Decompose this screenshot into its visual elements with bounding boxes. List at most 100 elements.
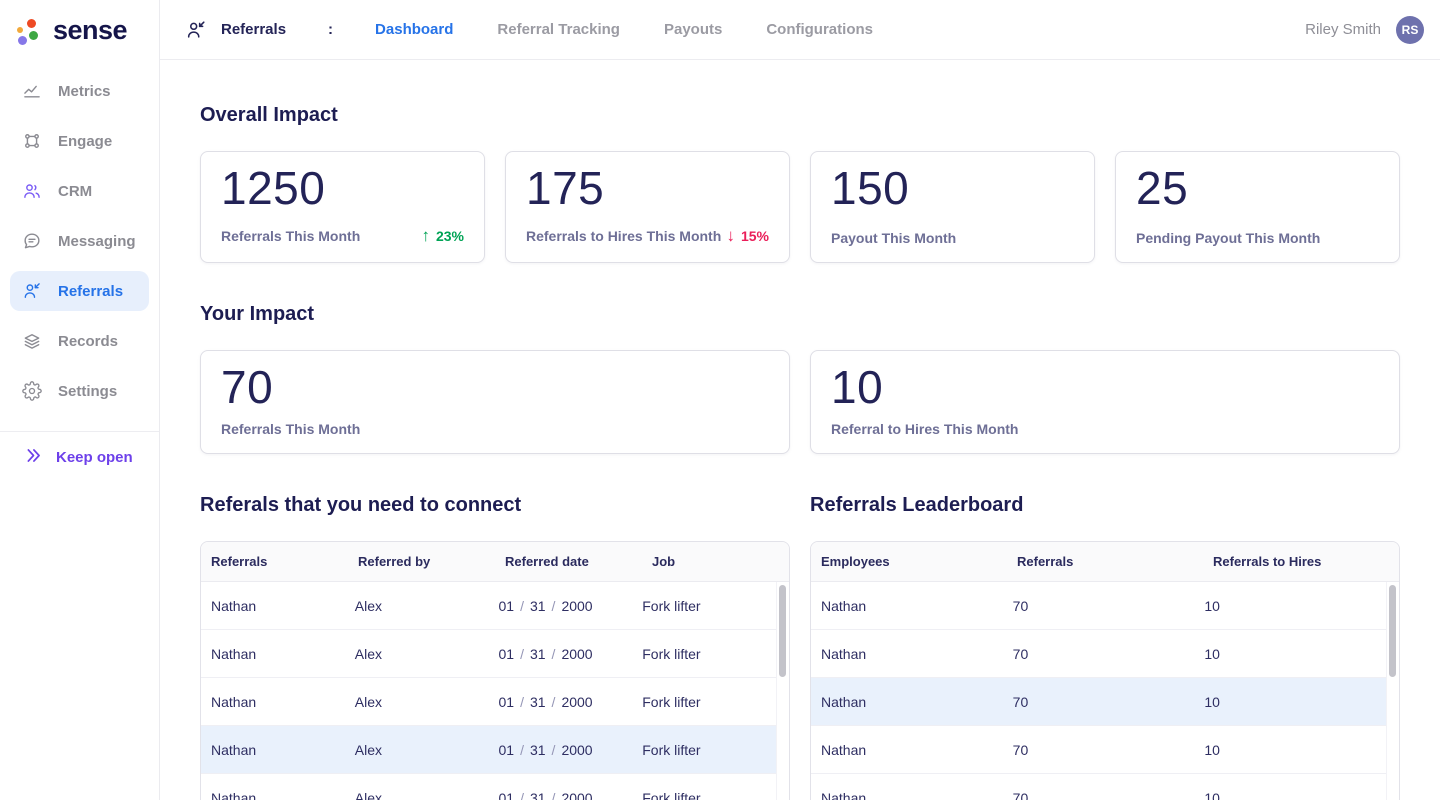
logo-dot-green	[29, 31, 38, 40]
stat-label: Referrals to Hires This Month	[526, 228, 721, 244]
keep-open-button[interactable]: Keep open	[0, 432, 159, 483]
sidebar: sense Metrics Engage CRM Messaging Referrals…	[0, 0, 160, 800]
sidebar-item-label: Referrals	[58, 283, 123, 300]
table-cell: 01/31/2000	[489, 694, 633, 710]
table-cell: Nathan	[201, 742, 345, 758]
trend-down: ↓ 15%	[726, 226, 769, 246]
table-cell: Nathan	[811, 694, 1003, 710]
date-separator: /	[514, 742, 530, 758]
tab-dashboard[interactable]: Dashboard	[375, 21, 453, 38]
stat-card: 70Referrals This Month	[200, 350, 790, 454]
table-scrollbar[interactable]	[776, 582, 789, 800]
date-separator: /	[514, 598, 530, 614]
date-part: 31	[530, 790, 546, 800]
app: sense Metrics Engage CRM Messaging Referrals…	[0, 0, 1440, 800]
date-part: 2000	[561, 598, 592, 614]
stat-value: 1250	[221, 164, 464, 214]
column-header: Job	[642, 554, 789, 569]
logo-dot-red	[27, 19, 36, 28]
table-header-row: EmployeesReferralsReferrals to Hires	[811, 542, 1399, 582]
stat-value: 175	[526, 164, 769, 214]
table-cell: Nathan	[201, 790, 345, 800]
table-cell: Nathan	[811, 790, 1003, 800]
brand-logo[interactable]: sense	[0, 0, 159, 60]
date-part: 01	[499, 790, 515, 800]
date-separator: /	[546, 646, 562, 662]
table-cell: 10	[1194, 694, 1386, 710]
table-cell: 10	[1194, 790, 1386, 800]
table-row[interactable]: NathanAlex01/31/2000Fork lifter	[201, 630, 776, 678]
table-row[interactable]: Nathan7010	[811, 678, 1386, 726]
table-cell: Nathan	[811, 598, 1003, 614]
stat-label: Referrals This Month	[221, 421, 360, 437]
header-left: Referrals : DashboardReferral TrackingPa…	[185, 19, 873, 41]
stat-card: 150Payout This Month	[810, 151, 1095, 263]
table-cell: 10	[1194, 646, 1386, 662]
table-cell: Fork lifter	[632, 598, 776, 614]
referrals-icon	[22, 281, 42, 301]
column-header: Employees	[811, 554, 1007, 569]
table-row[interactable]: Nathan7010	[811, 630, 1386, 678]
top-header: Referrals : DashboardReferral TrackingPa…	[160, 0, 1440, 60]
date-part: 01	[499, 646, 515, 662]
overall-impact-title: Overall Impact	[200, 104, 1400, 127]
table-cell: 70	[1003, 790, 1195, 800]
sidebar-item-engage[interactable]: Engage	[10, 121, 149, 161]
stat-value: 25	[1136, 164, 1379, 214]
scrollbar-thumb[interactable]	[779, 585, 786, 677]
table-row[interactable]: Nathan7010	[811, 774, 1386, 800]
table-cell: 70	[1003, 598, 1195, 614]
your-impact-cards: 70Referrals This Month10Referral to Hire…	[200, 350, 1400, 454]
table-cell: Nathan	[201, 646, 345, 662]
your-impact-title: Your Impact	[200, 303, 1400, 326]
connect-table: ReferralsReferred byReferred dateJobNath…	[200, 541, 790, 800]
table-cell: Alex	[345, 742, 489, 758]
table-row[interactable]: NathanAlex01/31/2000Fork lifter	[201, 774, 776, 800]
stat-label: Referral to Hires This Month	[831, 421, 1018, 437]
tab-configurations[interactable]: Configurations	[766, 21, 873, 38]
leaderboard-table-title: Referrals Leaderboard	[810, 494, 1400, 517]
sidebar-item-referrals[interactable]: Referrals	[10, 271, 149, 311]
table-cell: Alex	[345, 646, 489, 662]
sidebar-item-crm[interactable]: CRM	[10, 171, 149, 211]
stat-label: Pending Payout This Month	[1136, 230, 1320, 246]
trend-value: 15%	[741, 228, 769, 244]
trend-up: ↑23%	[421, 226, 464, 246]
sidebar-item-label: Records	[58, 333, 118, 350]
sidebar-item-label: Metrics	[58, 83, 111, 100]
arrow-down-icon: ↓	[726, 226, 735, 246]
table-row[interactable]: NathanAlex01/31/2000Fork lifter	[201, 726, 776, 774]
date-part: 01	[499, 598, 515, 614]
sidebar-item-label: Settings	[58, 383, 117, 400]
table-cell: 01/31/2000	[489, 598, 633, 614]
date-separator: /	[514, 694, 530, 710]
table-cell: 01/31/2000	[489, 646, 633, 662]
metrics-icon	[22, 81, 42, 101]
messaging-icon	[22, 231, 42, 251]
sidebar-item-messaging[interactable]: Messaging	[10, 221, 149, 261]
page-title: Referrals	[221, 21, 286, 38]
table-scrollbar[interactable]	[1386, 582, 1399, 800]
table-row[interactable]: Nathan7010	[811, 726, 1386, 774]
sidebar-item-settings[interactable]: Settings	[10, 371, 149, 411]
table-row[interactable]: NathanAlex01/31/2000Fork lifter	[201, 678, 776, 726]
scrollbar-thumb[interactable]	[1389, 585, 1396, 677]
date-part: 2000	[561, 742, 592, 758]
tab-referral-tracking[interactable]: Referral Tracking	[497, 21, 620, 38]
sidebar-item-metrics[interactable]: Metrics	[10, 71, 149, 111]
column-header: Referrals to Hires	[1203, 554, 1399, 569]
sidebar-item-records[interactable]: Records	[10, 321, 149, 361]
table-row[interactable]: Nathan7010	[811, 582, 1386, 630]
avatar[interactable]: RS	[1396, 16, 1424, 44]
date-part: 31	[530, 742, 546, 758]
tab-payouts[interactable]: Payouts	[664, 21, 722, 38]
table-cell: Nathan	[811, 646, 1003, 662]
column-header: Referred by	[348, 554, 495, 569]
double-chevron-right-icon	[24, 446, 43, 469]
table-cell: 01/31/2000	[489, 742, 633, 758]
referral-person-icon	[185, 19, 207, 41]
stat-card: 175 Referrals to Hires This Month ↓ 15%	[505, 151, 790, 263]
sense-logo-icon	[14, 15, 44, 45]
table-cell: 10	[1194, 598, 1386, 614]
table-row[interactable]: NathanAlex01/31/2000Fork lifter	[201, 582, 776, 630]
